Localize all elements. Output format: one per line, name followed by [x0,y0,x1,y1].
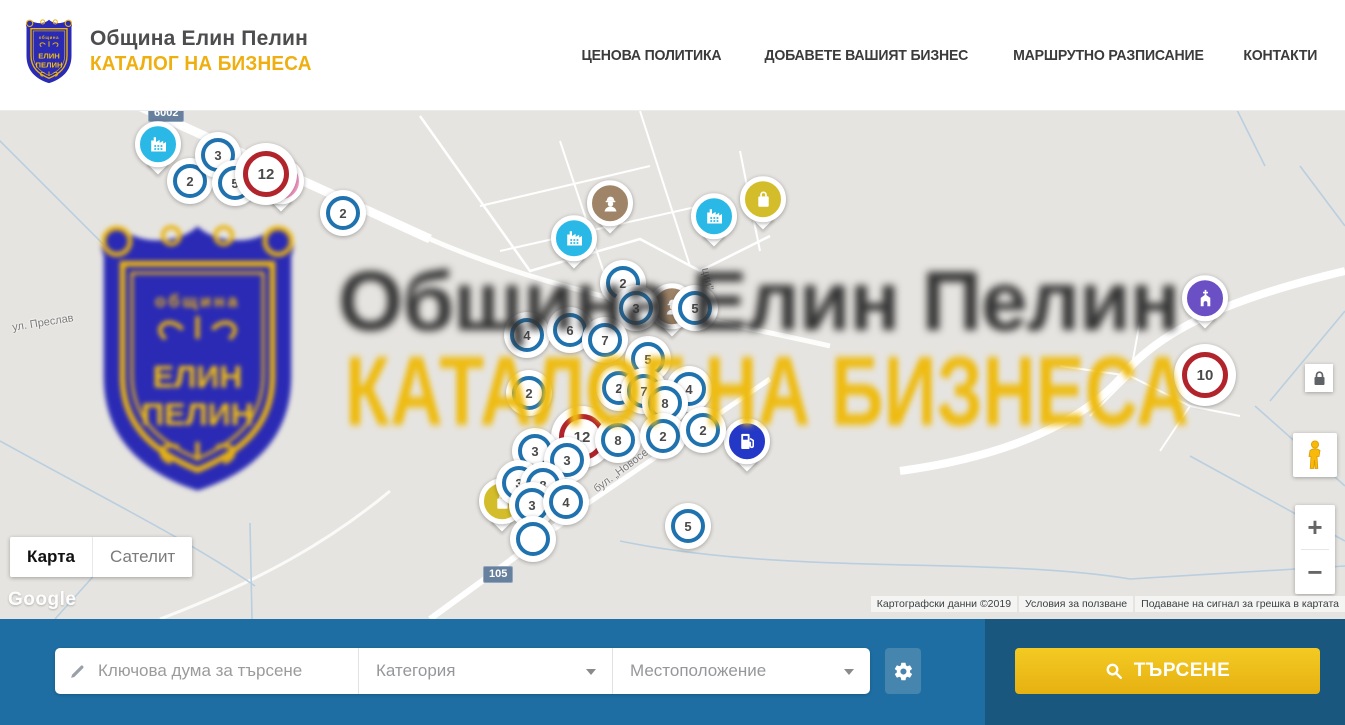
church-icon [1193,286,1218,311]
fullscreen-lock-button[interactable] [1305,364,1333,392]
map-cluster-marker[interactable]: 2 [680,407,726,453]
cluster-count: 4 [523,328,530,343]
shopping-bag-icon [751,187,776,212]
shopping-bag-pin-marker[interactable] [740,176,786,234]
chevron-down-icon [586,669,596,675]
attribution-report-link[interactable]: Подаване на сигнал за грешка в картата [1135,596,1345,612]
search-icon [1105,662,1124,681]
cluster-count: 7 [601,333,608,348]
map-cluster-marker[interactable]: 7 [582,317,628,363]
map-cluster-marker[interactable]: 8 [595,417,641,463]
zoom-out-button[interactable]: − [1295,550,1335,594]
map-cluster-marker[interactable]: 12 [235,143,297,205]
cluster-count: 3 [531,444,538,459]
cluster-count: 2 [186,174,193,189]
cluster-count: 3 [632,301,639,316]
cluster-count: 3 [528,498,535,513]
crest-line2: ПЕЛИН [36,60,63,69]
search-button-label: ТЪРСЕНЕ [1134,660,1231,682]
cluster-count: 2 [659,429,666,444]
cluster-count: 8 [614,433,621,448]
zoom-control: + − [1295,505,1335,594]
fuel-pump-icon [735,429,760,454]
municipality-crest-logo: община ЕЛИН ПЕЛИН [22,17,76,85]
nav-item-route-schedule[interactable]: МАРШРУТНО РАЗПИСАНИЕ [1013,47,1204,64]
search-panel: Категория Местоположение ТЪРСЕНЕ [0,619,1345,725]
factory-icon [562,226,587,251]
map-attribution: Картографски данни ©2019 Условия за полз… [871,596,1345,612]
cluster-count: 4 [562,495,569,510]
cluster-count: 8 [661,396,668,411]
nav-item-pricing[interactable]: ЦЕНОВА ПОЛИТИКА [582,47,722,64]
search-submit-button[interactable]: ТЪРСЕНЕ [1015,648,1320,694]
map-cluster-marker[interactable] [510,516,556,562]
map-cluster-marker[interactable]: 10 [1174,344,1236,406]
map-type-map-button[interactable]: Карта [10,537,92,577]
nav-item-contacts[interactable]: КОНТАКТИ [1244,47,1318,64]
location-dropdown-label: Местоположение [630,661,766,681]
factory-pin-marker[interactable] [691,193,737,251]
cluster-count: 3 [563,453,570,468]
pencil-icon [69,663,86,680]
nav-item-add-business[interactable]: ДОБАВЕТЕ ВАШИЯТ БИЗНЕС [764,47,968,64]
cluster-count: 6 [566,323,573,338]
keyword-field-wrapper [55,648,358,694]
map-cluster-marker[interactable]: 5 [672,285,718,331]
cluster-count: 5 [691,301,698,316]
map-cluster-marker[interactable]: 2 [320,190,366,236]
map-type-switcher: Карта Сателит [10,537,192,577]
site-subtitle: КАТАЛОГ НА БИЗНЕСА [90,53,312,76]
lock-icon [1313,371,1326,386]
crest-top-word: община [39,35,59,40]
map-cluster-marker[interactable]: 2 [506,370,552,416]
cluster-count: 5 [644,352,651,367]
map-markers-layer: 2 3 5 12 2 2 3 5 4 6 7 5 2 2 7 4 8 12 8 … [0,111,1345,619]
google-map[interactable]: 6002105ул. Преславбул. „Новоселции" [0,111,1345,619]
construction-worker-icon [598,191,623,216]
main-navigation: ЦЕНОВА ПОЛИТИКА ДОБАВЕТЕ ВАШИЯТ БИЗНЕС М… [577,0,1320,111]
street-view-pegman-button[interactable] [1293,433,1337,477]
factory-pin-marker[interactable] [551,215,597,273]
map-cluster-marker[interactable]: 2 [640,413,686,459]
crest-line1: ЕЛИН [38,51,59,60]
cluster-count: 3 [214,148,221,163]
church-pin-marker[interactable] [1182,275,1228,333]
attribution-terms-link[interactable]: Условия за ползване [1019,596,1133,612]
pegman-icon [1304,440,1326,470]
cluster-count: 2 [699,423,706,438]
category-dropdown[interactable]: Категория [358,648,612,694]
fuel-pin-marker[interactable] [724,418,770,476]
chevron-down-icon [844,669,854,675]
gear-icon [893,661,914,682]
advanced-search-settings-button[interactable] [885,648,921,694]
cluster-count: 5 [684,519,691,534]
crest-svg: община ЕЛИН ПЕЛИН [22,17,76,85]
map-cluster-marker[interactable]: 4 [504,312,550,358]
search-form: Категория Местоположение [55,648,870,694]
cluster-count: 2 [525,386,532,401]
attribution-copyright: Картографски данни ©2019 [871,596,1017,612]
google-logo[interactable]: Google [8,589,76,611]
cluster-count: 12 [258,166,275,183]
site-logo[interactable]: община ЕЛИН ПЕЛИН Община Елин Пелин КАТА… [22,17,323,85]
location-dropdown[interactable]: Местоположение [612,648,870,694]
zoom-in-button[interactable]: + [1295,505,1335,549]
category-dropdown-label: Категория [376,661,455,681]
site-title: Община Елин Пелин [90,27,323,51]
site-header: община ЕЛИН ПЕЛИН Община Елин Пелин КАТА… [0,0,1345,111]
map-type-satellite-button[interactable]: Сателит [92,537,192,577]
factory-icon [146,132,171,157]
factory-icon [702,204,727,229]
cluster-count: 2 [339,206,346,221]
map-cluster-marker[interactable]: 5 [665,503,711,549]
keyword-search-input[interactable] [98,661,348,681]
cluster-count: 10 [1197,367,1214,384]
map-cluster-marker[interactable]: 4 [543,479,589,525]
